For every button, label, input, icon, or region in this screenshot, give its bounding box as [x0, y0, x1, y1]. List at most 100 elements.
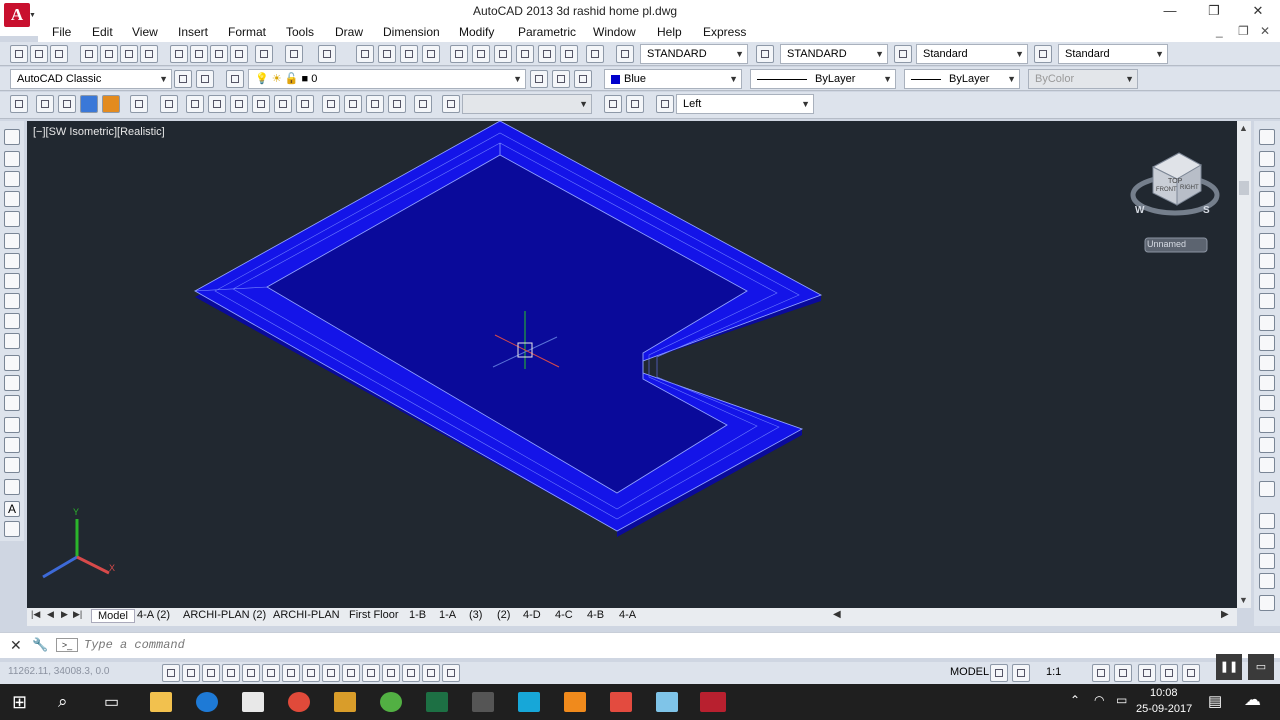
tab-nav-last-icon[interactable]: ▶| — [73, 609, 82, 620]
tab-1-b[interactable]: 1-B — [409, 609, 426, 621]
zoom-realtime-icon[interactable] — [442, 95, 460, 113]
search-icon[interactable]: ⌕ — [58, 692, 68, 712]
ortho-mode-icon[interactable] — [222, 664, 240, 682]
copy-icon[interactable] — [190, 45, 208, 63]
text-style-icon[interactable] — [616, 45, 634, 63]
hscroll-right-arrow-icon[interactable]: ▶ — [1221, 609, 1229, 620]
rotate-icon[interactable] — [1259, 253, 1275, 269]
camtasia-icon[interactable] — [518, 692, 540, 712]
table-style-icon[interactable] — [894, 45, 912, 63]
lineweight-toggle-icon[interactable] — [362, 664, 380, 682]
spline-icon[interactable] — [4, 293, 20, 309]
close-icon[interactable]: ✕ — [10, 637, 22, 654]
annotation-visibility-icon[interactable] — [1092, 664, 1110, 682]
vlc-icon[interactable] — [564, 692, 586, 712]
tab-2[interactable]: (2) — [497, 609, 510, 621]
workspace-settings-icon[interactable] — [174, 70, 192, 88]
transparency-icon[interactable] — [382, 664, 400, 682]
insert-block-icon[interactable] — [4, 355, 20, 371]
line-icon[interactable] — [4, 129, 20, 145]
ucs-icon[interactable] — [604, 95, 622, 113]
draw-order-front-icon[interactable] — [1259, 513, 1275, 529]
se-iso-view-icon[interactable] — [344, 95, 362, 113]
new-icon[interactable] — [10, 45, 28, 63]
redo-icon[interactable] — [318, 45, 336, 63]
extend-icon[interactable] — [1259, 335, 1275, 351]
snap-mode-icon[interactable] — [182, 664, 200, 682]
make-current-layer-icon[interactable] — [530, 70, 548, 88]
tab-first-floor[interactable]: First Floor — [349, 609, 399, 621]
doc-restore-button[interactable]: ❐ — [1238, 24, 1249, 38]
quick-view-drawings-icon[interactable] — [1012, 664, 1030, 682]
dim-style-dropdown[interactable]: STANDARD ▼ — [780, 44, 888, 64]
object-snap-icon[interactable] — [262, 664, 280, 682]
layer-previous-icon[interactable] — [552, 70, 570, 88]
otrack-icon[interactable] — [302, 664, 320, 682]
customize-icon[interactable] — [196, 70, 214, 88]
pause-icon[interactable]: ❚❚ — [1216, 654, 1242, 680]
tab-3[interactable]: (3) — [469, 609, 482, 621]
command-prompt-icon[interactable]: >_ — [56, 638, 78, 652]
ellipse-icon[interactable] — [4, 313, 20, 329]
ucs-world-icon[interactable] — [626, 95, 644, 113]
ellipse-arc-icon[interactable] — [4, 333, 20, 349]
back-view-icon[interactable] — [296, 95, 314, 113]
view-dropdown[interactable]: Left ▼ — [676, 94, 814, 114]
table-icon[interactable] — [4, 479, 20, 495]
quick-properties-icon[interactable] — [402, 664, 420, 682]
windows-start-icon[interactable]: ⊞ — [12, 692, 27, 713]
front-view-icon[interactable] — [274, 95, 292, 113]
auto-scale-icon[interactable] — [1114, 664, 1132, 682]
draw-order-back-icon[interactable] — [1259, 533, 1275, 549]
infer-constraints-icon[interactable] — [162, 664, 180, 682]
store-icon[interactable] — [242, 692, 264, 712]
action-center-icon[interactable]: ▤ — [1208, 692, 1222, 710]
tab-archi-plan[interactable]: ARCHI-PLAN — [273, 609, 340, 621]
clock-time[interactable]: 10:08 — [1150, 687, 1178, 699]
clean-screen-icon[interactable]: ▭ — [1248, 654, 1274, 680]
tab-4-d[interactable]: 4-D — [523, 609, 541, 621]
design-center-icon[interactable] — [472, 45, 490, 63]
scale-icon[interactable] — [1259, 273, 1275, 289]
explode-icon[interactable] — [1259, 481, 1275, 497]
menu-help[interactable]: Help — [657, 25, 682, 39]
generic-app-icon[interactable] — [656, 692, 678, 712]
bring-above-icon[interactable] — [1259, 553, 1275, 569]
menu-tools[interactable]: Tools — [286, 25, 314, 39]
3d-dwf-icon[interactable] — [140, 45, 158, 63]
layer-properties-icon[interactable] — [226, 70, 244, 88]
tab-4-c[interactable]: 4-C — [555, 609, 573, 621]
menu-view[interactable]: View — [132, 25, 158, 39]
file-explorer-icon[interactable] — [150, 692, 172, 712]
dynamic-input-icon[interactable] — [342, 664, 360, 682]
workspace-switch-icon[interactable] — [1138, 664, 1156, 682]
wifi-icon[interactable]: ◠ — [1094, 693, 1104, 707]
visual-style-2d-icon[interactable] — [36, 95, 54, 113]
print-icon[interactable] — [80, 45, 98, 63]
hscroll-left-arrow-icon[interactable]: ◀ — [833, 609, 841, 620]
move-icon[interactable] — [1259, 233, 1275, 249]
menu-parametric[interactable]: Parametric — [518, 25, 576, 39]
text-style-dropdown[interactable]: STANDARD ▼ — [640, 44, 748, 64]
gradient-icon[interactable] — [4, 437, 20, 453]
hatch-icon[interactable] — [4, 417, 20, 433]
clock-date[interactable]: 25-09-2017 — [1136, 703, 1192, 715]
zoom-window-icon[interactable] — [400, 45, 418, 63]
annotation-monitor-icon[interactable] — [442, 664, 460, 682]
fillet-icon[interactable] — [1259, 437, 1275, 453]
region-icon[interactable] — [4, 457, 20, 473]
menu-insert[interactable]: Insert — [178, 25, 208, 39]
nw-iso-view-icon[interactable] — [388, 95, 406, 113]
calculator-icon[interactable] — [472, 692, 494, 712]
layer-dropdown[interactable]: 💡 ☀ 🔓 ■ 0 ▼ — [248, 69, 526, 89]
tab-nav-next-icon[interactable]: ▶ — [61, 609, 68, 620]
visual-style-hidden-icon[interactable] — [80, 95, 98, 113]
print-preview-icon[interactable] — [100, 45, 118, 63]
bottom-view-icon[interactable] — [208, 95, 226, 113]
tab-4-a[interactable]: 4-A — [619, 609, 636, 621]
scroll-thumb[interactable] — [1239, 181, 1249, 195]
menu-window[interactable]: Window — [593, 25, 636, 39]
tab-nav-first-icon[interactable]: |◀ — [31, 609, 40, 620]
save-icon[interactable] — [50, 45, 68, 63]
coordinate-readout[interactable]: 11262.11, 34008.3, 0.0 — [8, 666, 109, 677]
